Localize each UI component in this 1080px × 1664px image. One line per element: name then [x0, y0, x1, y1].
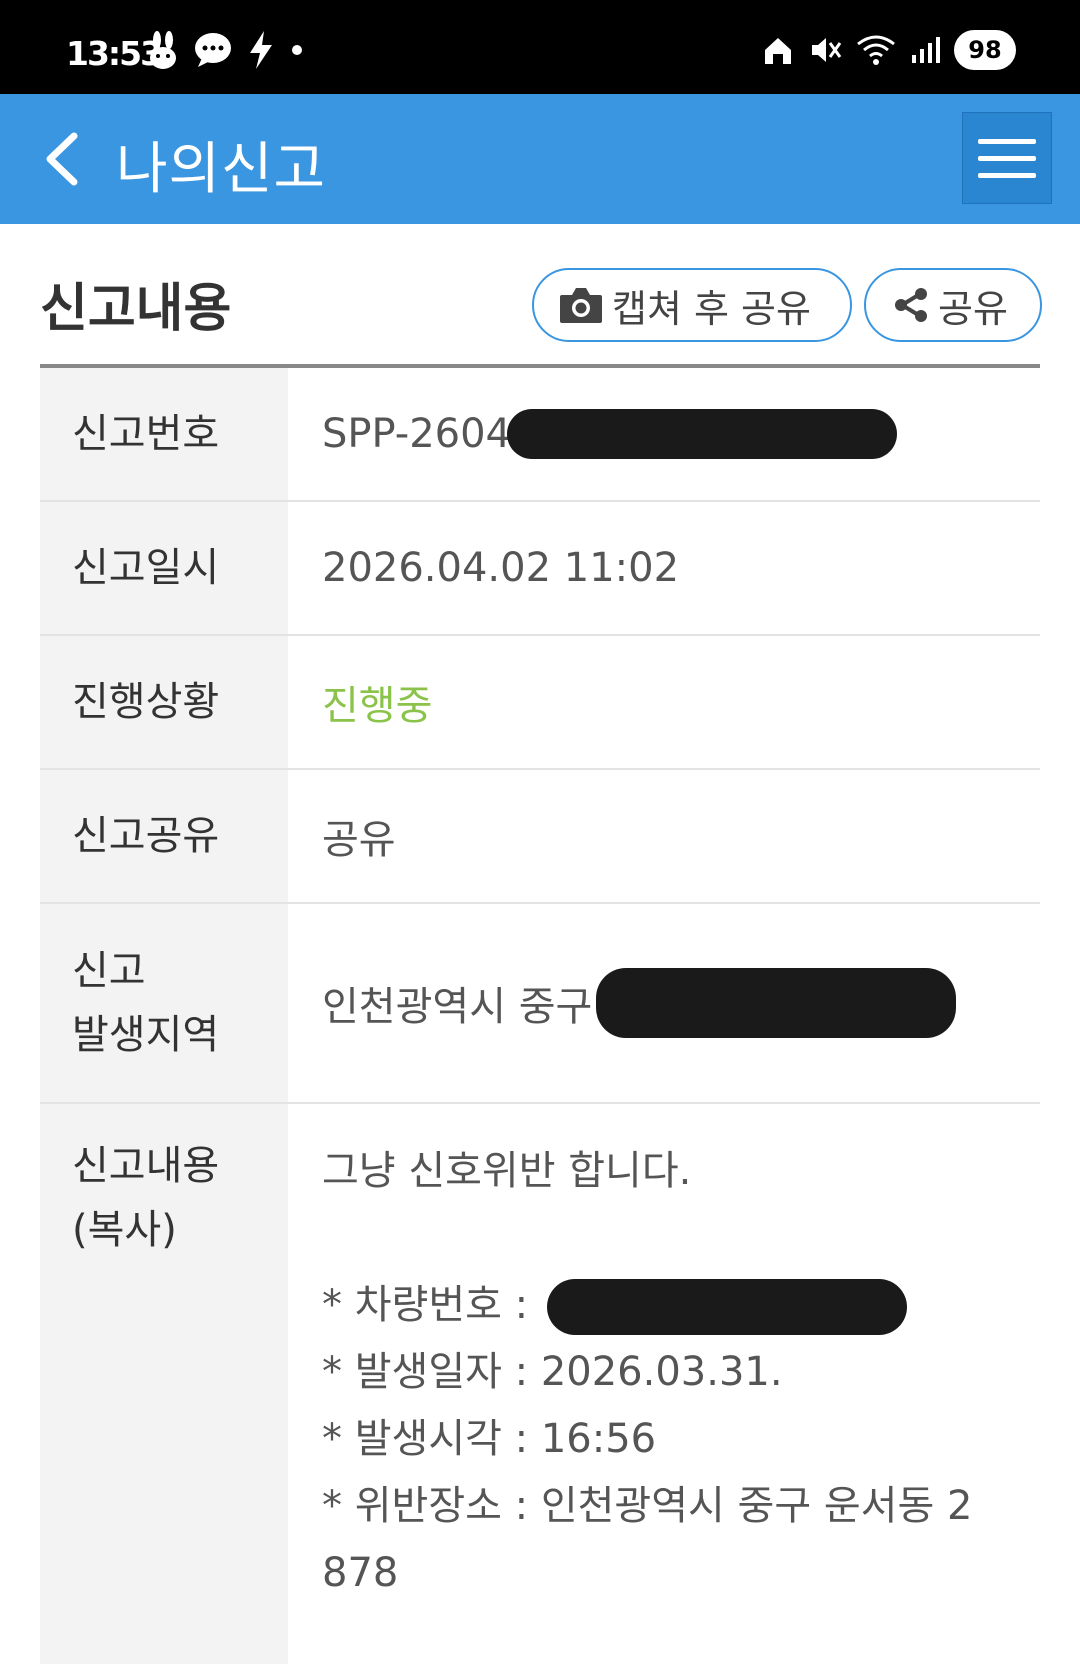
report-detail-table: 신고번호 SPP-2604 신고일시 2026.04.02 11:02 진행상황… [40, 368, 1040, 1664]
table-row: 진행상황 진행중 [40, 636, 1040, 770]
redaction-mark [546, 1279, 907, 1335]
content-value[interactable]: 그냥 신호위반 합니다. * 차량번호 : * 발생일자 : 2026.03.3… [288, 1104, 1040, 1664]
dot-icon [292, 45, 302, 55]
table-row: 신고 발생지역 인천광역시 중구 [40, 904, 1040, 1104]
chevron-left-icon [46, 132, 78, 186]
share-button[interactable]: 공유 [864, 268, 1042, 342]
mute-icon [812, 38, 842, 62]
occurrence-date-line: * 발생일자 : 2026.03.31. [322, 1349, 783, 1395]
share-icon [895, 288, 927, 322]
table-row: 신고공유 공유 [40, 770, 1040, 904]
app-header: 나의신고 [0, 94, 1080, 224]
capture-share-button[interactable]: 캡쳐 후 공유 [532, 268, 852, 342]
capture-share-label: 캡쳐 후 공유 [612, 286, 811, 331]
sharing-value: 공유 [322, 817, 396, 863]
content-label: 신고내용 (복사) [40, 1104, 288, 1664]
camera-icon [560, 288, 602, 323]
signal-icon [912, 37, 940, 63]
violation-place-line-cont: 878 [322, 1550, 399, 1596]
table-row: 신고내용 (복사) 그냥 신호위반 합니다. * 차량번호 : * 발생일자 :… [40, 1104, 1040, 1664]
table-row: 신고번호 SPP-2604 [40, 368, 1040, 502]
share-label: 공유 [938, 286, 1008, 331]
battery-indicator: 98 [954, 30, 1016, 70]
sharing-label: 신고공유 [40, 770, 288, 902]
wifi-icon [857, 35, 895, 65]
back-button[interactable] [34, 126, 94, 192]
table-row: 신고일시 2026.04.02 11:02 [40, 502, 1040, 636]
report-date-value: 2026.04.02 11:02 [322, 545, 680, 591]
lightning-icon [250, 31, 272, 69]
region-value: 인천광역시 중구 [288, 904, 1040, 1102]
content-text: 그냥 신호위반 합니다. [322, 1148, 692, 1194]
progress-status: 진행중 [322, 683, 433, 729]
status-bar: 13:53 98 [0, 0, 1080, 94]
chat-bubble-icon [195, 33, 231, 67]
menu-button[interactable] [962, 112, 1052, 204]
redaction-mark [596, 968, 957, 1038]
report-number-label: 신고번호 [40, 368, 288, 500]
rabbit-icon [150, 31, 176, 69]
hamburger-icon [978, 138, 1036, 144]
home-icon [765, 38, 791, 64]
redaction-mark [506, 409, 897, 459]
vehicle-number-line: * 차량번호 : [322, 1272, 907, 1339]
region-label: 신고 발생지역 [40, 904, 288, 1102]
page-title: 나의신고 [116, 137, 327, 202]
occurrence-time-line: * 발생시각 : 16:56 [322, 1416, 657, 1462]
progress-label: 진행상황 [40, 636, 288, 768]
report-number-value: SPP-2604 [288, 368, 1040, 500]
violation-place-line: * 위반장소 : 인천광역시 중구 운서동 2 [322, 1483, 973, 1529]
status-time: 13:53 [66, 34, 163, 73]
section-title: 신고내용 [40, 279, 232, 339]
report-date-label: 신고일시 [40, 502, 288, 634]
